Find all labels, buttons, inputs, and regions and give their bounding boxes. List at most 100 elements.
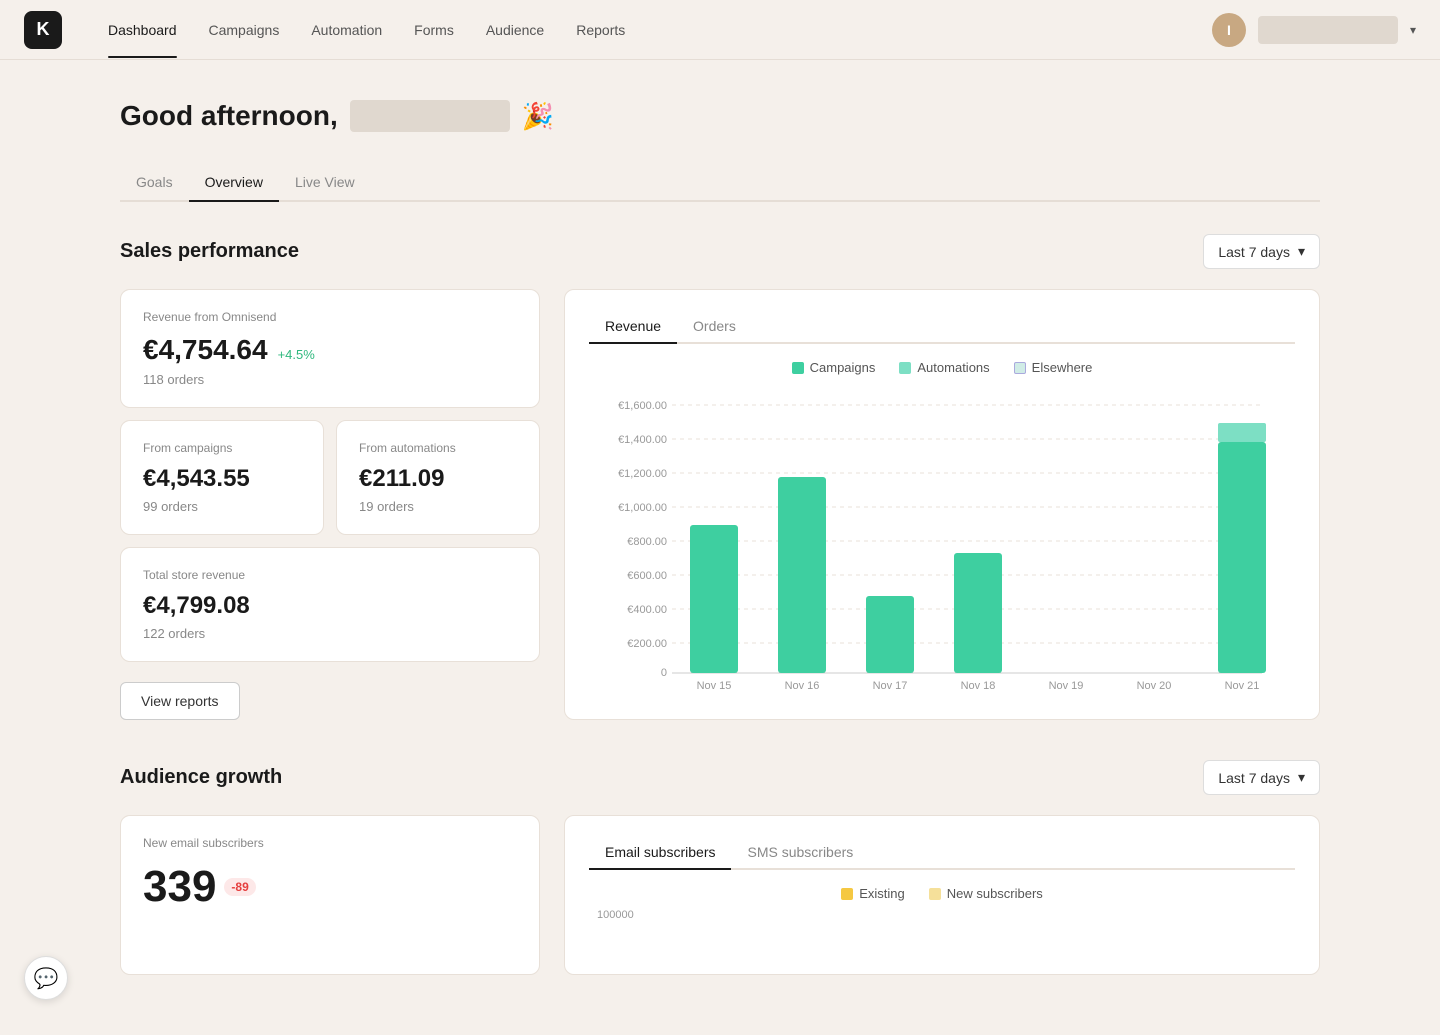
- campaigns-dot: [792, 362, 804, 374]
- nav-user-name: [1258, 16, 1398, 44]
- audience-period-dropdown[interactable]: Last 7 days ▾: [1203, 760, 1320, 795]
- existing-dot: [841, 888, 853, 900]
- svg-text:Nov 20: Nov 20: [1137, 680, 1172, 691]
- new-subscribers-dot: [929, 888, 941, 900]
- greeting-name-placeholder: [350, 100, 510, 132]
- view-reports-button[interactable]: View reports: [120, 682, 240, 720]
- greeting-emoji: 🎉: [522, 101, 554, 132]
- existing-legend-label: Existing: [859, 886, 905, 901]
- campaigns-automations-row: From campaigns €4,543.55 99 orders From …: [120, 420, 540, 535]
- new-subscribers-card: New email subscribers 339 -89: [120, 815, 540, 975]
- total-revenue-label: Total store revenue: [143, 568, 517, 582]
- nav-link-reports[interactable]: Reports: [562, 14, 639, 46]
- elsewhere-legend-label: Elsewhere: [1032, 360, 1093, 375]
- automations-orders: 19 orders: [359, 499, 517, 514]
- nav-link-forms[interactable]: Forms: [400, 14, 468, 46]
- tab-sms-subscribers[interactable]: SMS subscribers: [731, 836, 869, 868]
- audience-period-label: Last 7 days: [1218, 770, 1290, 786]
- total-revenue-value: €4,799.08: [143, 592, 517, 620]
- elsewhere-dot: [1014, 362, 1026, 374]
- svg-text:€1,600.00: €1,600.00: [618, 400, 667, 412]
- campaigns-orders: 99 orders: [143, 499, 301, 514]
- logo[interactable]: K: [24, 11, 62, 49]
- revenue-chart-svg: €1,600.00 €1,400.00 €1,200.00 €1,000.00 …: [589, 391, 1295, 691]
- new-subscribers-legend-label: New subscribers: [947, 886, 1043, 901]
- audience-title: Audience growth: [120, 766, 282, 789]
- new-subscribers-value: 339: [143, 862, 216, 912]
- revenue-orders: 118 orders: [143, 372, 517, 387]
- tab-email-subscribers[interactable]: Email subscribers: [589, 836, 731, 868]
- campaigns-card: From campaigns €4,543.55 99 orders: [120, 420, 324, 535]
- logo-icon: K: [37, 19, 50, 40]
- audience-chart-tabs: Email subscribers SMS subscribers: [589, 836, 1295, 870]
- svg-text:Nov 17: Nov 17: [873, 680, 908, 691]
- chart-tabs: Revenue Orders: [589, 310, 1295, 344]
- svg-text:€1,400.00: €1,400.00: [618, 434, 667, 446]
- campaigns-legend-label: Campaigns: [810, 360, 876, 375]
- automations-label: From automations: [359, 441, 517, 455]
- sales-title: Sales performance: [120, 240, 299, 263]
- legend-new-subscribers: New subscribers: [929, 886, 1043, 901]
- svg-text:€600.00: €600.00: [627, 570, 667, 582]
- chart-legend: Campaigns Automations Elsewhere: [589, 360, 1295, 375]
- revenue-label: Revenue from Omnisend: [143, 310, 517, 324]
- automations-legend-label: Automations: [917, 360, 989, 375]
- audience-section-header: Audience growth Last 7 days ▾: [120, 760, 1320, 795]
- chat-icon: 💬: [34, 966, 59, 991]
- svg-text:0: 0: [661, 667, 667, 679]
- audience-y-label: 100000: [589, 909, 1295, 921]
- nav-right: I ▾: [1212, 13, 1416, 47]
- automations-card: From automations €211.09 19 orders: [336, 420, 540, 535]
- tab-goals[interactable]: Goals: [120, 164, 189, 200]
- campaigns-label: From campaigns: [143, 441, 301, 455]
- main-content: Good afternoon, 🎉 GoalsOverviewLive View…: [80, 60, 1360, 1035]
- svg-text:Nov 18: Nov 18: [961, 680, 996, 691]
- chevron-down-icon: ▾: [1298, 243, 1305, 260]
- tab-orders[interactable]: Orders: [677, 310, 752, 342]
- metrics-col: Revenue from Omnisend €4,754.64 +4.5% 11…: [120, 289, 540, 720]
- automations-dot: [899, 362, 911, 374]
- sales-chart: Revenue Orders Campaigns Automations Els…: [564, 289, 1320, 720]
- legend-existing: Existing: [841, 886, 905, 901]
- nav-link-automation[interactable]: Automation: [297, 14, 396, 46]
- new-subscribers-label: New email subscribers: [143, 836, 517, 850]
- automations-value: €211.09: [359, 465, 517, 493]
- total-orders: 122 orders: [143, 626, 517, 641]
- nav-link-audience[interactable]: Audience: [472, 14, 558, 46]
- chat-button[interactable]: 💬: [24, 956, 68, 1000]
- greeting-section: Good afternoon, 🎉: [120, 100, 1320, 132]
- audience-chart: Email subscribers SMS subscribers Existi…: [564, 815, 1320, 975]
- legend-elsewhere: Elsewhere: [1014, 360, 1093, 375]
- chevron-down-icon[interactable]: ▾: [1410, 23, 1416, 37]
- campaigns-value: €4,543.55: [143, 465, 301, 493]
- chevron-down-icon: ▾: [1298, 769, 1305, 786]
- svg-text:€800.00: €800.00: [627, 536, 667, 548]
- total-revenue-card: Total store revenue €4,799.08 122 orders: [120, 547, 540, 662]
- tab-live-view[interactable]: Live View: [279, 164, 371, 200]
- avatar: I: [1212, 13, 1246, 47]
- sales-grid: Revenue from Omnisend €4,754.64 +4.5% 11…: [120, 289, 1320, 720]
- svg-text:Nov 16: Nov 16: [785, 680, 820, 691]
- sales-section-header: Sales performance Last 7 days ▾: [120, 234, 1320, 269]
- svg-text:€1,200.00: €1,200.00: [618, 468, 667, 480]
- nav-links: DashboardCampaignsAutomationFormsAudienc…: [94, 14, 1212, 46]
- sales-chart-svg-wrap: €1,600.00 €1,400.00 €1,200.00 €1,000.00 …: [589, 391, 1295, 696]
- greeting-text: Good afternoon,: [120, 100, 338, 132]
- tab-overview[interactable]: Overview: [189, 164, 279, 200]
- svg-text:Nov 19: Nov 19: [1049, 680, 1084, 691]
- sales-period-dropdown[interactable]: Last 7 days ▾: [1203, 234, 1320, 269]
- page-tabs: GoalsOverviewLive View: [120, 164, 1320, 202]
- svg-text:€400.00: €400.00: [627, 604, 667, 616]
- nav-link-campaigns[interactable]: Campaigns: [195, 14, 294, 46]
- revenue-value: €4,754.64: [143, 334, 268, 366]
- revenue-change: +4.5%: [278, 347, 315, 362]
- new-subscribers-badge: -89: [224, 878, 255, 896]
- svg-text:Nov 21: Nov 21: [1225, 680, 1260, 691]
- sales-period-label: Last 7 days: [1218, 244, 1290, 260]
- legend-automations: Automations: [899, 360, 989, 375]
- svg-text:€200.00: €200.00: [627, 638, 667, 650]
- nav-link-dashboard[interactable]: Dashboard: [94, 14, 191, 46]
- tab-revenue[interactable]: Revenue: [589, 310, 677, 342]
- revenue-card: Revenue from Omnisend €4,754.64 +4.5% 11…: [120, 289, 540, 408]
- legend-campaigns: Campaigns: [792, 360, 876, 375]
